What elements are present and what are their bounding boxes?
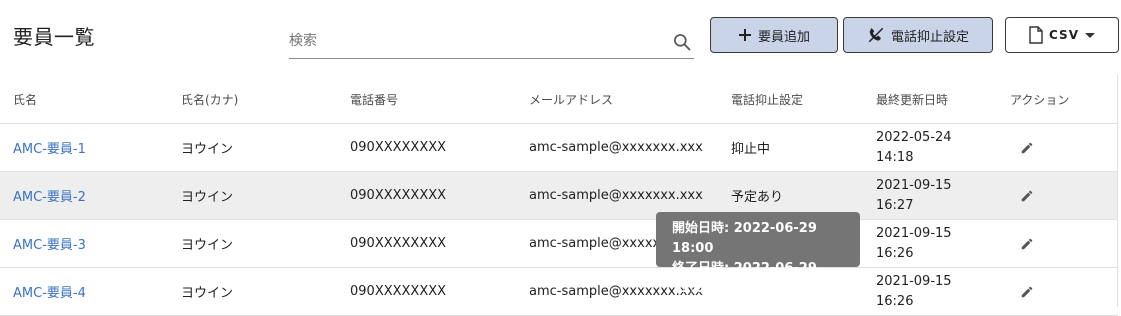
kana-cell: ヨウイン xyxy=(181,123,350,172)
search-icon[interactable] xyxy=(672,32,692,52)
block-status-cell: 抑止中 xyxy=(731,123,876,172)
updated-time: 16:26 xyxy=(876,293,914,309)
table-right-border xyxy=(1117,75,1118,307)
tooltip-start: 開始日時: 2022-06-29 18:00 xyxy=(672,221,817,256)
column-header-updated[interactable]: 最終更新日時 xyxy=(876,75,1010,124)
updated-cell: 2021-09-15 16:26 xyxy=(876,267,1010,316)
table-row: AMC-要員-3 ヨウイン 090XXXXXXXX amc-sample@xxx… xyxy=(0,219,1118,268)
email-cell: amc-sample@xxxxxxx.xxx xyxy=(529,123,731,172)
file-icon xyxy=(1029,26,1043,44)
updated-time: 14:18 xyxy=(876,149,914,165)
chevron-down-icon xyxy=(1084,32,1095,38)
member-name-link[interactable]: AMC-要員-1 xyxy=(13,142,86,157)
kana-cell: ヨウイン xyxy=(181,267,350,316)
column-header-name[interactable]: 氏名 xyxy=(0,75,181,124)
member-name-link[interactable]: AMC-要員-2 xyxy=(13,190,86,205)
updated-cell: 2021-09-15 16:26 xyxy=(876,219,1010,268)
phone-cell: 090XXXXXXXX xyxy=(350,267,529,316)
name-cell: AMC-要員-3 xyxy=(0,219,181,268)
updated-cell: 2021-09-15 16:27 xyxy=(876,171,1010,220)
updated-date: 2022-05-24 xyxy=(876,129,952,145)
column-header-phone[interactable]: 電話番号 xyxy=(350,75,529,124)
pencil-icon[interactable] xyxy=(1020,141,1034,155)
phone-cell: 090XXXXXXXX xyxy=(350,171,529,220)
column-header-actions: アクション xyxy=(1010,75,1118,124)
name-cell: AMC-要員-1 xyxy=(0,123,181,172)
pencil-icon[interactable] xyxy=(1020,189,1034,203)
name-cell: AMC-要員-2 xyxy=(0,171,181,220)
actions-cell xyxy=(1010,267,1118,316)
updated-date: 2021-09-15 xyxy=(876,225,952,241)
csv-label: CSV xyxy=(1049,28,1079,42)
pencil-icon[interactable] xyxy=(1020,285,1034,299)
member-name-link[interactable]: AMC-要員-4 xyxy=(13,286,86,301)
column-header-email[interactable]: メールアドレス xyxy=(529,75,731,124)
phone-disabled-icon xyxy=(868,27,884,43)
updated-cell: 2022-05-24 14:18 xyxy=(876,123,1010,172)
csv-dropdown-button[interactable]: CSV xyxy=(1005,17,1119,53)
pencil-icon[interactable] xyxy=(1020,237,1034,251)
name-cell: AMC-要員-4 xyxy=(0,267,181,316)
actions-cell xyxy=(1010,219,1118,268)
page-title: 要員一覧 xyxy=(13,25,95,49)
actions-cell xyxy=(1010,123,1118,172)
search-input[interactable] xyxy=(289,28,649,54)
table-row: AMC-要員-4 ヨウイン 090XXXXXXXX amc-sample@xxx… xyxy=(0,267,1118,316)
column-header-kana[interactable]: 氏名(カナ) xyxy=(181,75,350,124)
plus-icon xyxy=(738,29,751,41)
add-member-label: 要員追加 xyxy=(757,29,810,45)
updated-time: 16:27 xyxy=(876,197,914,213)
schedule-tooltip: 開始日時: 2022-06-29 18:00 終了日時: 2022-06-29 … xyxy=(656,212,860,296)
table-row: AMC-要員-2 ヨウイン 090XXXXXXXX amc-sample@xxx… xyxy=(0,171,1118,220)
members-table: 氏名 氏名(カナ) 電話番号 メールアドレス 電話抑止設定 最終更新日時 アクシ… xyxy=(0,75,1118,316)
table-header-row: 氏名 氏名(カナ) 電話番号 メールアドレス 電話抑止設定 最終更新日時 アクシ… xyxy=(0,75,1118,124)
updated-time: 16:26 xyxy=(876,245,914,261)
updated-date: 2021-09-15 xyxy=(876,273,952,289)
tooltip-end: 終了日時: 2022-06-29 21:00 xyxy=(672,261,817,296)
search-field[interactable] xyxy=(289,24,694,59)
actions-cell xyxy=(1010,171,1118,220)
phone-block-settings-button[interactable]: 電話抑止設定 xyxy=(843,17,993,53)
kana-cell: ヨウイン xyxy=(181,219,350,268)
phone-block-settings-label: 電話抑止設定 xyxy=(890,29,969,45)
updated-date: 2021-09-15 xyxy=(876,177,952,193)
phone-cell: 090XXXXXXXX xyxy=(350,219,529,268)
add-member-button[interactable]: 要員追加 xyxy=(710,17,838,53)
column-header-block[interactable]: 電話抑止設定 xyxy=(731,75,876,124)
kana-cell: ヨウイン xyxy=(181,171,350,220)
member-name-link[interactable]: AMC-要員-3 xyxy=(13,238,86,253)
phone-cell: 090XXXXXXXX xyxy=(350,123,529,172)
table-row: AMC-要員-1 ヨウイン 090XXXXXXXX amc-sample@xxx… xyxy=(0,123,1118,172)
